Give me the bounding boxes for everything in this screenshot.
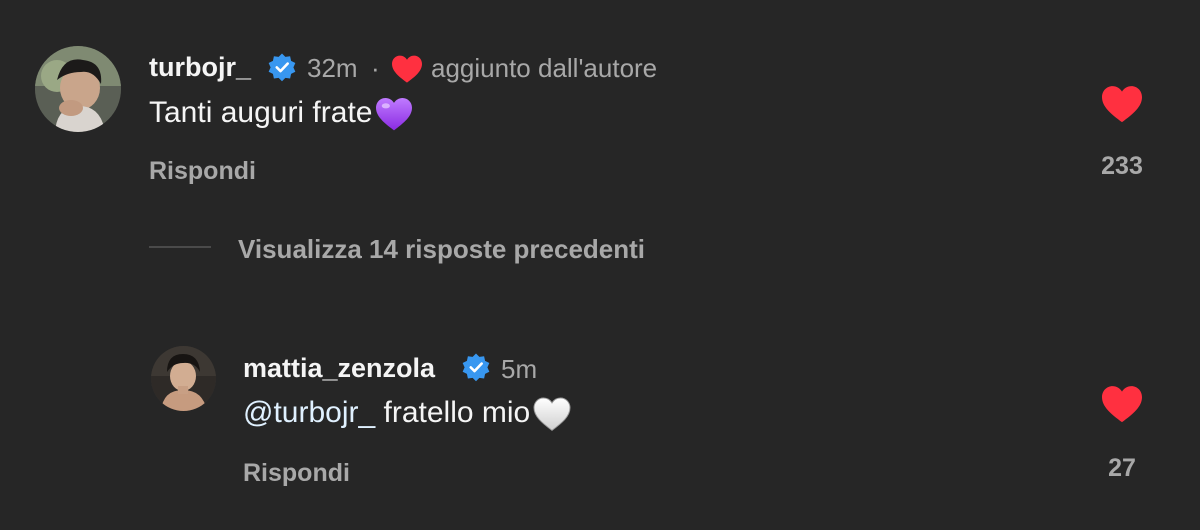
avatar-image xyxy=(151,346,216,411)
replies-divider xyxy=(149,246,211,248)
avatar-mattia-zenzola[interactable] xyxy=(151,346,216,411)
verified-badge-icon xyxy=(268,53,296,82)
like-count: 233 xyxy=(1101,152,1143,180)
like-count: 27 xyxy=(1108,454,1136,482)
reply-time: 5m xyxy=(501,354,538,384)
verified-badge-icon xyxy=(462,353,490,382)
reply-button[interactable]: Rispondi xyxy=(243,459,350,488)
avatar-image xyxy=(35,46,121,132)
like-heart-icon[interactable] xyxy=(1098,84,1146,124)
like-heart-icon[interactable] xyxy=(1099,384,1145,424)
purple-heart-emoji-icon xyxy=(376,98,413,131)
author-liked-heart-icon xyxy=(392,55,422,83)
comment-text: Tanti auguri frate xyxy=(149,96,414,132)
white-heart-emoji-icon xyxy=(533,397,571,432)
comments-thread: turbojr_ 32m · aggiunto dall'autore Tant… xyxy=(0,0,1200,530)
avatar-turbojr[interactable] xyxy=(35,46,121,132)
meta-separator: · xyxy=(371,53,380,83)
reply-text-content: fratello mio xyxy=(375,396,531,429)
view-previous-replies-button[interactable]: Visualizza 14 risposte precedenti xyxy=(238,234,645,265)
comment-username[interactable]: turbojr_ xyxy=(149,52,251,83)
reply-text: @turbojr_ fratello mio xyxy=(243,396,572,432)
comment-text-content: Tanti auguri frate xyxy=(149,96,373,129)
reply-button[interactable]: Rispondi xyxy=(149,157,256,186)
mention-link[interactable]: @turbojr_ xyxy=(243,396,375,429)
comment-time: 32m xyxy=(307,53,358,83)
reply-username[interactable]: mattia_zenzola xyxy=(243,353,435,384)
author-liked-label: aggiunto dall'autore xyxy=(431,53,658,83)
